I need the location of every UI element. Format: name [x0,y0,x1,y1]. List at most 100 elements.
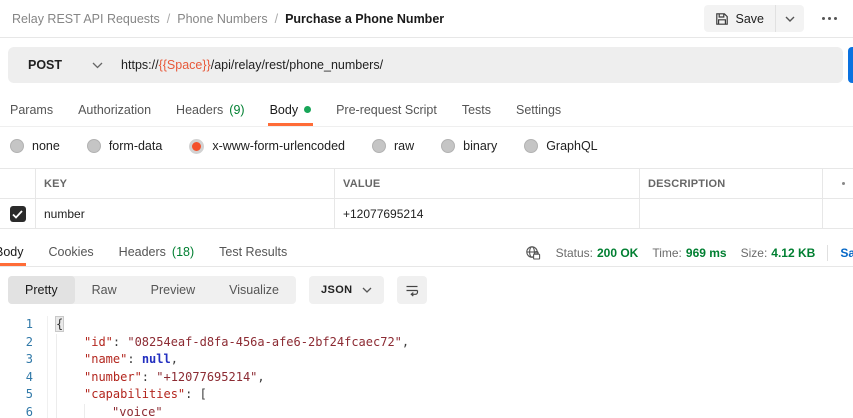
row-checkbox-checked[interactable] [10,206,26,222]
radio-label: none [32,139,60,153]
breadcrumb-separator: / [167,12,170,26]
breadcrumb: Relay REST API Requests / Phone Numbers … [12,12,444,26]
view-mode-pretty[interactable]: Pretty [8,276,75,304]
line-number: 3 [0,351,48,369]
table-header-select [0,169,36,199]
tab-label: Pre-request Script [336,103,437,117]
word-wrap-icon [404,282,420,298]
url-row: POST https://{{Space}}/api/relay/rest/ph… [8,47,853,83]
status-value[interactable]: 200 OK [597,246,638,260]
tab-params[interactable]: Params [10,93,53,126]
code-line-content: "id": "08254eaf-d8fa-456a-afe6-2bf24fcae… [48,334,409,352]
tab-count: (9) [229,103,244,117]
indent-guide [56,404,84,418]
token-punc: : [127,352,141,366]
meta-divider [827,245,828,261]
tab-label: Authorization [78,103,151,117]
code-line-content: "name": null, [48,351,178,369]
indent-guide [56,386,84,404]
token-str: "+12077695214" [156,370,257,384]
network-globe-lock-icon[interactable] [525,245,542,261]
method-selector[interactable]: POST [8,58,121,72]
code-line: 3"name": null, [0,351,853,369]
request-header-bar: Relay REST API Requests / Phone Numbers … [0,0,853,38]
tab-pre-request-script[interactable]: Pre-request Script [336,93,437,126]
token-punc: , [257,370,264,384]
tab-settings[interactable]: Settings [516,93,561,126]
breadcrumb-folder[interactable]: Phone Numbers [177,12,267,26]
url-prefix: https:// [121,58,159,72]
save-button-group: Save [704,5,805,32]
save-button-label: Save [736,12,765,26]
code-line-content: { [48,316,63,334]
response-meta: Status: 200 OK Time: 969 ms Size: 4.12 K… [525,238,853,267]
time-label: Time: [652,246,682,260]
view-mode-preview[interactable]: Preview [134,276,212,304]
view-mode-visualize[interactable]: Visualize [212,276,296,304]
tab-label: Settings [516,103,561,117]
token-punc: : [185,387,199,401]
ellipsis-icon [822,17,825,20]
save-options-button[interactable] [776,5,804,32]
body-mode-binary[interactable]: binary [441,139,497,153]
wrap-lines-button[interactable] [397,276,427,304]
save-response-link-clipped[interactable]: Sa [840,246,853,260]
response-tab-test-results[interactable]: Test Results [219,238,287,266]
url-path: /api/relay/rest/phone_numbers/ [211,58,383,72]
line-number: 6 [0,404,48,418]
token-key: "name" [84,352,127,366]
format-dropdown[interactable]: JSON [309,276,384,304]
response-body-json[interactable]: 1{2"id": "08254eaf-d8fa-456a-afe6-2bf24f… [0,312,853,418]
tab-authorization[interactable]: Authorization [78,93,151,126]
tab-tests[interactable]: Tests [462,93,491,126]
body-mode-graphql[interactable]: GraphQL [524,139,597,153]
token-key: "number" [84,370,142,384]
radio-icon [372,139,386,153]
status-label: Status: [556,246,593,260]
body-mode-raw[interactable]: raw [372,139,414,153]
ellipsis-icon [834,17,837,20]
row-description-cell[interactable] [640,199,823,229]
time-value[interactable]: 969 ms [686,246,727,260]
code-area: 1{2"id": "08254eaf-d8fa-456a-afe6-2bf24f… [0,316,853,418]
token-punc: [ [200,387,207,401]
chevron-down-icon [785,16,795,22]
tab-headers[interactable]: Headers(9) [176,93,245,126]
row-key-cell[interactable]: number [36,199,335,229]
format-label: JSON [321,284,353,296]
line-number: 5 [0,386,48,404]
chevron-down-icon [362,287,372,293]
chevron-down-icon [92,62,103,69]
response-tab-headers[interactable]: Headers(18) [119,238,194,266]
response-tab-body[interactable]: Body [0,238,24,266]
view-mode-raw[interactable]: Raw [75,276,134,304]
breadcrumb-collection[interactable]: Relay REST API Requests [12,12,160,26]
response-tab-cookies[interactable]: Cookies [49,238,94,266]
breadcrumb-separator: / [275,12,278,26]
indent-guide [56,334,84,352]
send-button-clipped[interactable] [848,47,853,83]
app-window: Relay REST API Requests / Phone Numbers … [0,0,853,418]
body-mode-none[interactable]: none [10,139,60,153]
code-line-content: "voice" [48,404,163,418]
tab-label: Test Results [219,245,287,259]
token-punc: , [402,335,409,349]
token-punc: , [171,352,178,366]
radio-icon [10,139,24,153]
size-value[interactable]: 4.12 KB [771,246,815,260]
more-actions-button[interactable] [818,13,841,24]
save-floppy-icon [715,12,729,26]
url-input[interactable]: https://{{Space}}/api/relay/rest/phone_n… [121,58,383,72]
save-button[interactable]: Save [704,12,776,26]
response-body-toolbar: Pretty Raw Preview Visualize JSON [8,275,427,305]
body-mode-x-www-form-urlencoded[interactable]: x-www-form-urlencoded [189,139,345,154]
tab-label: Body [0,245,24,259]
body-mode-form-data[interactable]: form-data [87,139,163,153]
code-line: 4"number": "+12077695214", [0,369,853,387]
row-value-cell[interactable]: +12077695214 [335,199,640,229]
size-label: Size: [741,246,768,260]
bulk-edit-icon-clipped [842,182,845,185]
view-mode-segmented-control: Pretty Raw Preview Visualize [8,276,296,304]
tab-body[interactable]: Body [270,93,312,126]
url-bar: POST https://{{Space}}/api/relay/rest/ph… [8,47,843,83]
